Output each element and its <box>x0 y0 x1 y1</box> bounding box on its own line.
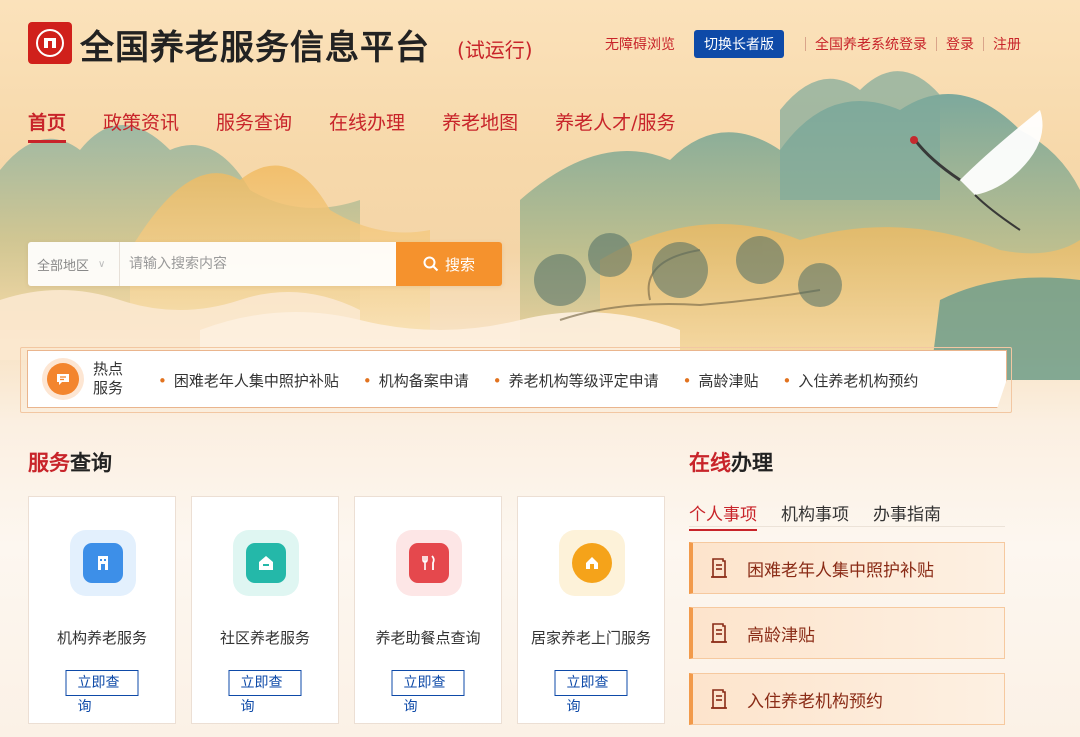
card-label: 居家养老上门服务 <box>530 629 651 647</box>
system-login-link[interactable]: 全国养老系统登录 <box>815 34 927 54</box>
hot-item-label: 高龄津贴 <box>698 372 759 390</box>
hot-label-line1: 热点 <box>93 360 124 378</box>
service-card-home[interactable]: 居家养老上门服务 立即查询 <box>517 496 665 724</box>
hot-item-label: 困难老年人集中照护补贴 <box>173 372 339 390</box>
nav-map[interactable]: 养老地图 <box>442 108 518 143</box>
emblem-icon <box>36 29 64 57</box>
service-card-meal[interactable]: 养老助餐点查询 立即查询 <box>354 496 502 724</box>
nav-service-query[interactable]: 服务查询 <box>216 108 292 143</box>
building-icon <box>70 530 136 596</box>
hot-label-line2: 服务 <box>93 379 124 397</box>
community-icon <box>233 530 299 596</box>
online-title: 在线办理 <box>689 447 773 477</box>
online-item[interactable]: 困难老年人集中照护补贴 <box>689 542 1005 594</box>
site-title: 全国养老服务信息平台 <box>80 28 430 68</box>
hot-item[interactable]: • 高龄津贴 <box>683 370 759 391</box>
hot-services-badge <box>42 358 84 400</box>
nav-home[interactable]: 首页 <box>28 108 67 143</box>
query-button[interactable]: 立即查询 <box>65 670 139 715</box>
search-button-label: 搜索 <box>444 255 475 274</box>
chat-icon <box>57 374 69 385</box>
title-rest: 查询 <box>70 451 112 475</box>
title-rest: 办理 <box>731 451 773 475</box>
search-input[interactable] <box>120 242 396 286</box>
accessibility-link[interactable]: 无障碍浏览 <box>605 34 675 54</box>
bullet: • <box>362 372 372 390</box>
service-card-institution[interactable]: 机构养老服务 立即查询 <box>28 496 176 724</box>
bullet: • <box>158 372 167 390</box>
search-bar: 全部地区 ∨ 搜索 <box>28 242 502 286</box>
nav-policy[interactable]: 政策资讯 <box>103 108 179 143</box>
register-link[interactable]: 注册 <box>993 34 1021 54</box>
search-icon <box>423 256 439 272</box>
hot-item[interactable]: • 入住养老机构预约 <box>783 370 919 391</box>
bullet: • <box>782 372 792 390</box>
bullet: • <box>682 372 692 390</box>
hot-item[interactable]: • 困难老年人集中照护补贴 <box>158 370 339 391</box>
hot-services-list: • 困难老年人集中照护补贴 • 机构备案申请 • 养老机构等级评定申请 • 高龄津贴 •… <box>158 370 942 391</box>
online-item[interactable]: 高龄津贴 <box>689 607 1005 659</box>
chevron-down-icon: ∨ <box>98 258 106 270</box>
query-button[interactable]: 立即查询 <box>554 670 628 715</box>
nav-talent[interactable]: 养老人才/服务 <box>555 108 675 143</box>
search-button[interactable]: 搜索 <box>396 242 502 286</box>
query-button[interactable]: 立即查询 <box>228 670 302 715</box>
meal-icon <box>396 530 462 596</box>
region-value: 全部地区 <box>37 258 90 274</box>
hot-item[interactable]: • 机构备案申请 <box>363 370 469 391</box>
title-highlight: 服务 <box>28 451 70 475</box>
online-tabs: 个人事项 机构事项 办事指南 <box>689 500 965 531</box>
card-label: 养老助餐点查询 <box>375 629 481 647</box>
hot-item[interactable]: • 养老机构等级评定申请 <box>493 370 659 391</box>
query-button[interactable]: 立即查询 <box>391 670 465 715</box>
site-logo[interactable] <box>28 22 72 64</box>
bullet: • <box>492 372 502 390</box>
tab-guide[interactable]: 办事指南 <box>873 500 941 531</box>
nav-online[interactable]: 在线办理 <box>329 108 405 143</box>
online-item-label: 困难老年人集中照护补贴 <box>747 560 934 581</box>
login-link[interactable]: 登录 <box>946 34 974 54</box>
main-nav: 首页 政策资讯 服务查询 在线办理 养老地图 养老人才/服务 <box>28 108 712 143</box>
home-icon <box>559 530 625 596</box>
service-card-community[interactable]: 社区养老服务 立即查询 <box>191 496 339 724</box>
online-item-label: 高龄津贴 <box>747 625 815 646</box>
tab-personal[interactable]: 个人事项 <box>689 500 757 531</box>
top-links: 无障碍浏览 切换长者版 全国养老系统登录 登录 注册 <box>605 30 1021 58</box>
online-item-label: 入住养老机构预约 <box>747 691 883 712</box>
hot-item-label: 机构备案申请 <box>378 372 469 390</box>
divider <box>983 37 984 51</box>
card-label: 机构养老服务 <box>56 629 147 647</box>
region-select[interactable]: 全部地区 ∨ <box>28 242 120 286</box>
document-icon <box>709 688 729 710</box>
elder-mode-button[interactable]: 切换长者版 <box>694 30 784 58</box>
document-icon <box>709 622 729 644</box>
hot-services-label: 热点 服务 <box>93 360 133 398</box>
divider <box>805 37 806 51</box>
tab-institution[interactable]: 机构事项 <box>781 500 849 531</box>
service-query-title: 服务查询 <box>28 447 112 477</box>
title-highlight: 在线 <box>689 451 731 475</box>
site-subtitle: (试运行) <box>457 38 533 62</box>
hot-item-label: 养老机构等级评定申请 <box>508 372 659 390</box>
document-icon <box>709 557 729 579</box>
online-item[interactable]: 入住养老机构预约 <box>689 673 1005 725</box>
card-label: 社区养老服务 <box>219 629 310 647</box>
hot-item-label: 入住养老机构预约 <box>798 372 919 390</box>
divider <box>936 37 937 51</box>
